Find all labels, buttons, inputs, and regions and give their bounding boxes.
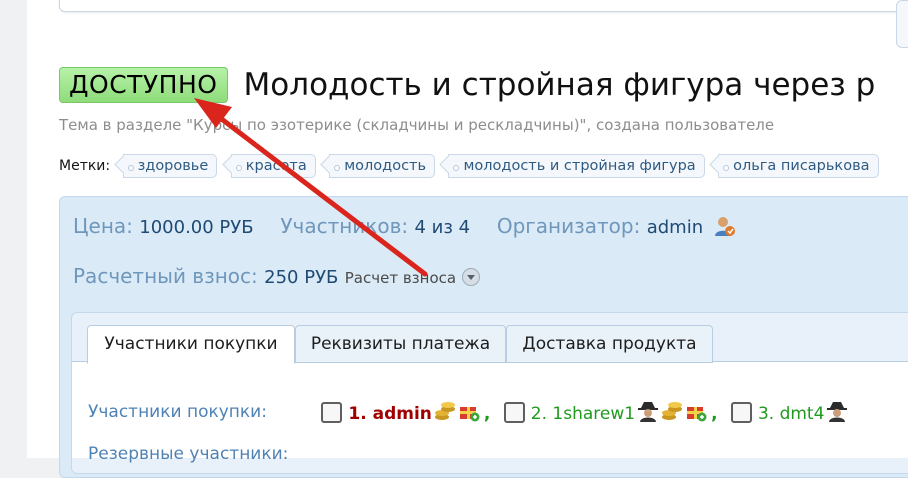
buyer-name[interactable]: 3. dmt4 <box>758 404 824 424</box>
buyer-name[interactable]: 1. admin <box>348 404 432 424</box>
fee-line: Расчетный взнос: 250 РУБ Расчет взноса <box>73 264 481 288</box>
coins-icon <box>661 400 683 422</box>
price-line: Цена: 1000.00 РУБ Участников: 4 из 4 Орг… <box>73 214 737 238</box>
tag-item[interactable]: молодость и стройная фигура <box>448 154 705 178</box>
tag-item[interactable]: молодость <box>329 154 436 178</box>
coins-icon <box>434 400 456 422</box>
dropdown-icon[interactable] <box>462 268 481 286</box>
gift-icon <box>458 400 480 422</box>
tag-item[interactable]: ольга писарькова <box>718 154 879 178</box>
buyer-item: 3. dmt4 <box>730 400 848 424</box>
price-value: 1000.00 РУБ <box>139 217 254 238</box>
buyer-item: 1. admin , <box>321 400 498 424</box>
organizer-link[interactable]: admin <box>647 217 703 238</box>
tag-item[interactable]: красота <box>230 154 316 178</box>
reserve-buyers-label: Резервные участники: <box>88 444 289 464</box>
buyer-checkbox[interactable] <box>503 402 525 423</box>
gift-icon <box>685 400 707 422</box>
buyers-label: Участники покупки: <box>88 402 267 422</box>
tab-product-delivery[interactable]: Доставка продукта <box>506 325 713 363</box>
top-panel <box>59 0 908 12</box>
tag-item[interactable]: здоровье <box>122 154 218 178</box>
price-label: Цена: <box>73 214 133 238</box>
separator: , <box>483 404 491 424</box>
user-icon <box>713 214 737 238</box>
page-title: Молодость и стройная фигура через р <box>243 67 876 103</box>
spy-icon <box>826 400 848 422</box>
fee-calc-link[interactable]: Расчет взноса <box>345 269 456 287</box>
fee-label: Расчетный взнос: <box>73 264 258 288</box>
spy-icon <box>637 400 659 422</box>
organizer-label: Организатор: <box>496 214 641 238</box>
tab-payment-details[interactable]: Реквизиты платежа <box>295 325 506 363</box>
buyer-item: 2. 1sharew1 , <box>503 400 726 424</box>
side-panel-edge <box>896 0 908 48</box>
status-badge[interactable]: ДОСТУПНО <box>59 67 229 103</box>
buyer-checkbox[interactable] <box>730 402 752 423</box>
buyer-checkbox[interactable] <box>321 402 343 423</box>
fee-value: 250 РУБ <box>264 267 339 288</box>
tags-label: Метки: <box>59 158 111 174</box>
tags-row: Метки: здоровье красота молодость молодо… <box>59 154 888 182</box>
thread-meta: Тема в разделе "Курсы по эзотерике (скла… <box>59 116 775 134</box>
participants-count-label: Участников: <box>280 214 409 238</box>
buyer-name[interactable]: 2. 1sharew1 <box>531 404 635 424</box>
thread-title-row: ДОСТУПНО Молодость и стройная фигура чер… <box>59 66 875 106</box>
buyers-row: Участники покупки: 1. admin , 2. 1sharew… <box>88 400 848 424</box>
tab-buyers[interactable]: Участники покупки <box>87 325 295 364</box>
participants-count-value: 4 из 4 <box>414 217 471 238</box>
separator: , <box>711 404 718 424</box>
